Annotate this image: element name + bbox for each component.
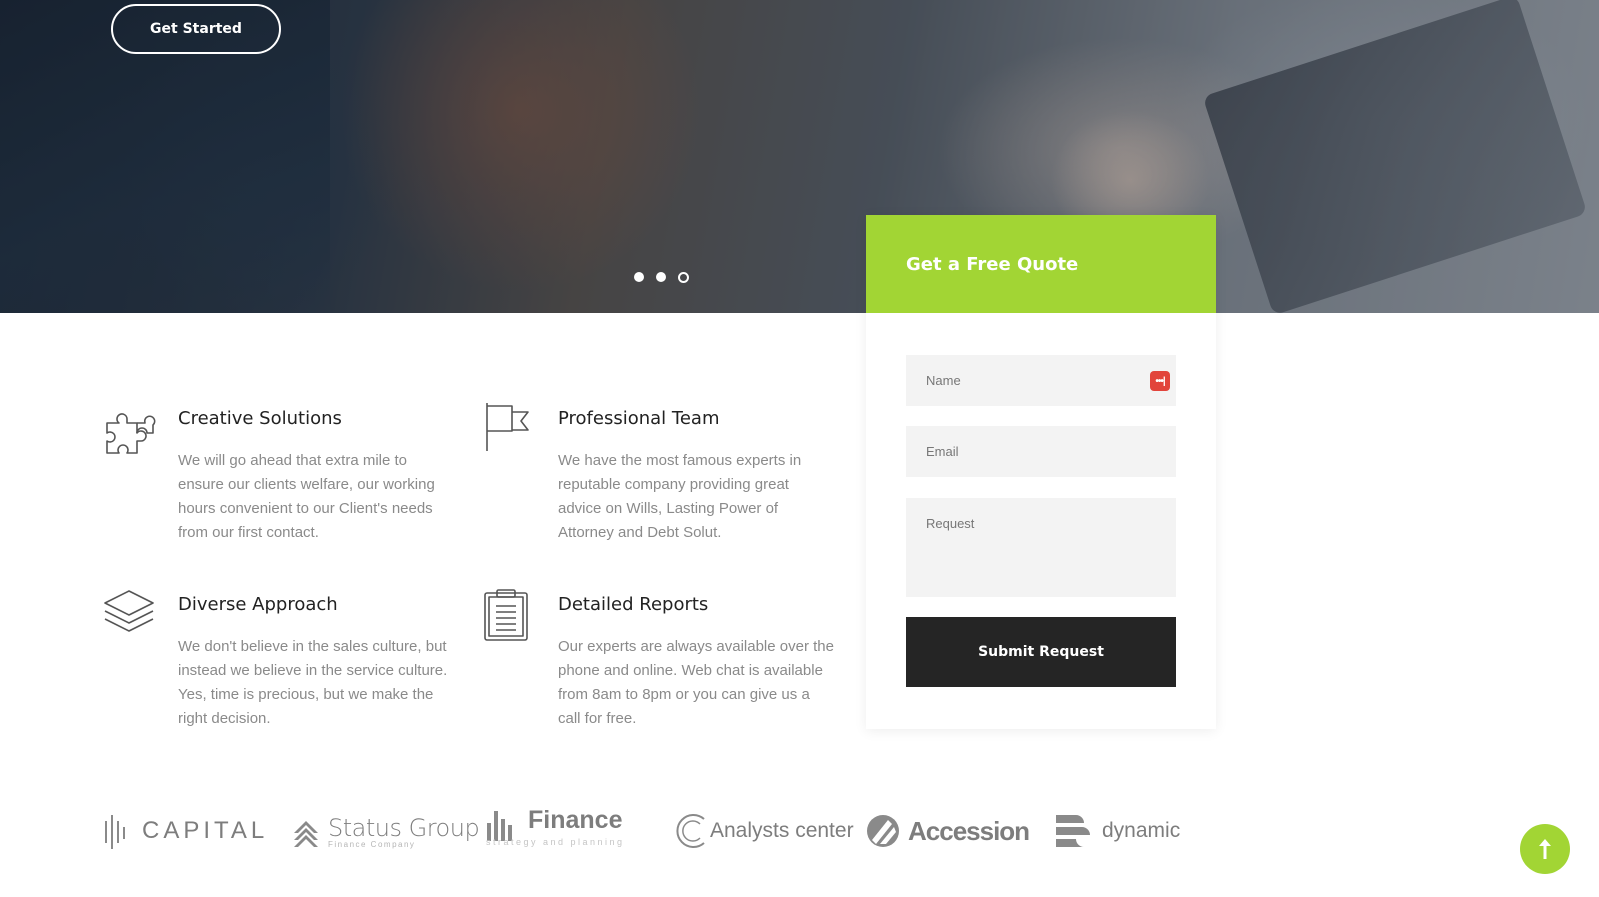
clipboard-icon: [484, 589, 528, 641]
quote-form-card: Get a Free Quote •••| Submit Request: [866, 215, 1216, 729]
flag-icon: [486, 403, 529, 451]
hero-banner: Get Started: [0, 0, 1599, 313]
feature-description: We have the most famous experts in reput…: [558, 452, 802, 541]
logo-text: Accession: [908, 815, 1030, 846]
logo-text: Finance: [528, 805, 623, 834]
slider-dot-1[interactable]: [634, 272, 644, 282]
feature-title: Creative Solutions: [178, 408, 342, 429]
get-started-button[interactable]: Get Started: [111, 4, 281, 54]
logo-text: Analysts center: [710, 819, 854, 842]
request-textarea[interactable]: [906, 498, 1176, 597]
puzzle-icon: [106, 413, 156, 454]
partner-logo-status-group: Status Group Finance Company: [294, 805, 480, 857]
name-input[interactable]: [906, 355, 1176, 406]
quote-form-header: Get a Free Quote: [866, 215, 1216, 313]
layers-icon: [104, 590, 154, 632]
email-input[interactable]: [906, 426, 1176, 477]
logo-text: dynamic: [1102, 819, 1181, 842]
partner-logo-capital: CAPITAL: [104, 805, 268, 857]
partner-logo-analysts-center: Analysts center: [676, 805, 854, 857]
logo-subtext: Finance Company: [328, 839, 416, 849]
feature-description: We don't believe in the sales culture, b…: [178, 638, 448, 727]
feature-title: Diverse Approach: [178, 594, 338, 615]
capital-logo-icon: [105, 815, 125, 849]
status-group-logo-icon: [294, 821, 318, 847]
password-manager-icon[interactable]: •••|: [1150, 371, 1170, 391]
partner-logo-accession: Accession: [866, 805, 1030, 857]
feature-description: We will go ahead that extra mile to ensu…: [178, 452, 435, 541]
quote-form-title: Get a Free Quote: [906, 253, 1079, 275]
accession-logo-icon: [867, 815, 899, 847]
submit-request-button[interactable]: Submit Request: [906, 617, 1176, 687]
analysts-logo-icon: [676, 814, 705, 848]
slider-dot-2[interactable]: [656, 272, 666, 282]
feature-description: Our experts are always available over th…: [558, 638, 834, 727]
logo-subtext: strategy and planning: [486, 836, 625, 847]
feature-title: Detailed Reports: [558, 594, 709, 615]
scroll-to-top-button[interactable]: [1520, 824, 1570, 874]
partner-logo-finance: Finance strategy and planning: [486, 800, 625, 852]
arrow-up-icon: [1539, 839, 1551, 859]
logo-text: Status Group: [328, 813, 480, 842]
slider-pagination: [634, 272, 689, 283]
logo-text: CAPITAL: [142, 817, 269, 844]
feature-title: Professional Team: [558, 408, 720, 429]
slider-dot-3[interactable]: [678, 272, 689, 283]
partner-logo-dynamic: dynamic: [1056, 805, 1180, 857]
dynamic-logo-icon: [1056, 815, 1090, 847]
